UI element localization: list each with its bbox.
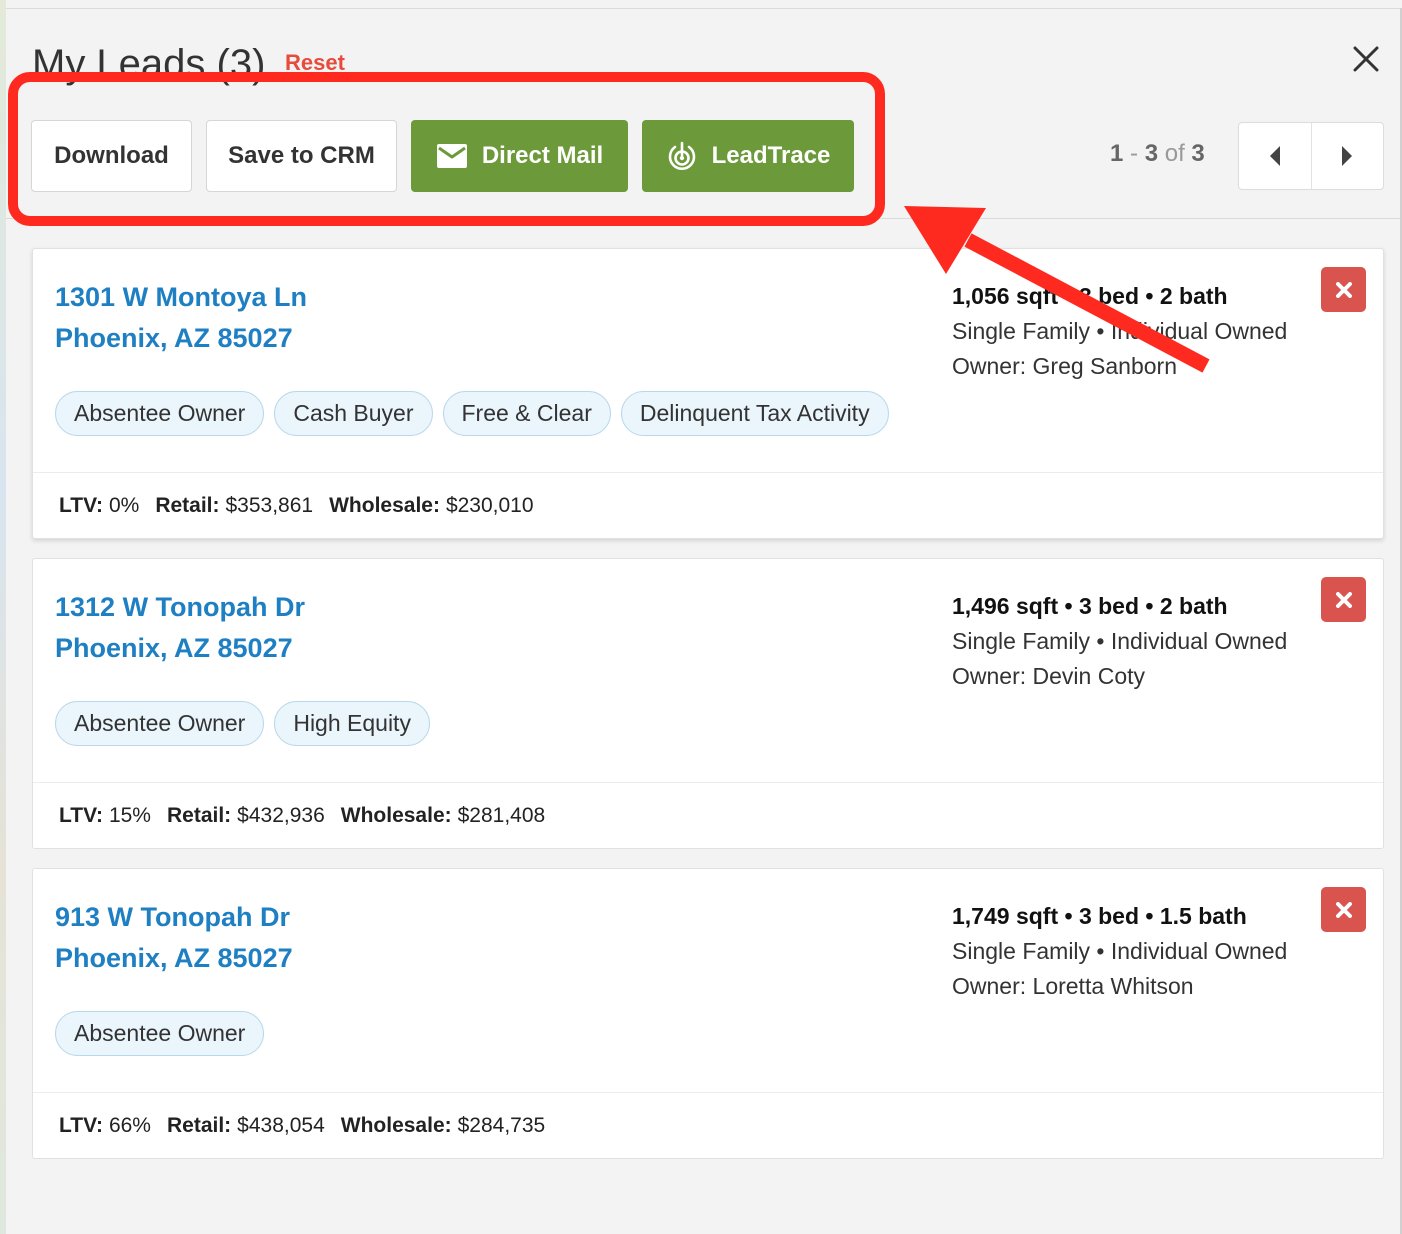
ltv-value: 66% — [108, 1113, 151, 1137]
pagination-of: of — [1158, 140, 1192, 167]
ltv-label: LTV: — [59, 493, 103, 517]
save-to-crm-button[interactable]: Save to CRM — [206, 120, 397, 192]
caret-left-icon — [1269, 146, 1280, 166]
lead-valuation: LTV: 15% Retail: $432,936 Wholesale: $281,4… — [33, 782, 1383, 848]
lead-city: Phoenix, AZ 85027 — [55, 323, 293, 353]
ltv-label: LTV: — [59, 1113, 103, 1137]
lead-owner: Owner: Greg Sanborn — [952, 353, 1178, 379]
lead-address-link[interactable]: 1312 W Tonopah Dr Phoenix, AZ 85027 — [55, 587, 305, 669]
leadtrace-label: LeadTrace — [711, 142, 831, 169]
lead-street: 913 W Tonopah Dr — [55, 902, 291, 932]
lead-tag[interactable]: Free & Clear — [442, 391, 611, 436]
download-label: Download — [54, 142, 169, 169]
lead-owner: Owner: Devin Coty — [952, 663, 1146, 689]
next-page-button[interactable] — [1310, 123, 1384, 189]
wholesale-label: Wholesale: — [340, 803, 452, 827]
lead-street: 1301 W Montoya Ln — [55, 282, 308, 312]
pagination-total: 3 — [1191, 140, 1205, 167]
remove-lead-button[interactable] — [1321, 887, 1366, 932]
remove-lead-button[interactable] — [1321, 577, 1366, 622]
retail-value: $432,936 — [237, 803, 325, 827]
lead-valuation: LTV: 66% Retail: $438,054 Wholesale: $284,7… — [33, 1092, 1383, 1158]
reset-link[interactable]: Reset — [285, 50, 345, 76]
lead-valuation: LTV: 0% Retail: $353,861 Wholesale: $230,01… — [33, 472, 1383, 538]
lead-street: 1312 W Tonopah Dr — [55, 592, 306, 622]
panel-top-border — [6, 8, 1402, 9]
ltv-label: LTV: — [59, 803, 103, 827]
lead-tag[interactable]: Absentee Owner — [55, 391, 265, 436]
target-icon — [668, 141, 695, 170]
download-button[interactable]: Download — [31, 120, 192, 192]
lead-city: Phoenix, AZ 85027 — [55, 943, 293, 973]
pagination-end: 3 — [1144, 140, 1159, 167]
remove-lead-button[interactable] — [1321, 267, 1366, 312]
pagination-summary: 1 - 3 of 3 — [1110, 140, 1205, 168]
retail-value: $353,861 — [225, 493, 314, 517]
direct-mail-button[interactable]: Direct Mail — [411, 120, 628, 192]
lead-property-type: Single Family • Individual Owned — [952, 318, 1288, 344]
lead-tag[interactable]: Cash Buyer — [274, 391, 433, 436]
lead-card: 1312 W Tonopah Dr Phoenix, AZ 85027 Abse… — [32, 558, 1384, 849]
lead-tags: Absentee Owner High Equity — [55, 701, 430, 746]
wholesale-value: $230,010 — [445, 493, 534, 517]
lead-card: 913 W Tonopah Dr Phoenix, AZ 85027 Absen… — [32, 868, 1384, 1159]
lead-specs: 1,496 sqft • 3 bed • 2 bath — [952, 593, 1228, 619]
retail-label: Retail: — [166, 1113, 232, 1137]
lead-specs: 1,056 sqft • 3 bed • 2 bath — [952, 283, 1228, 309]
close-icon — [1335, 901, 1352, 918]
wholesale-label: Wholesale: — [340, 1113, 452, 1137]
wholesale-value: $284,735 — [457, 1113, 546, 1137]
lead-address-link[interactable]: 1301 W Montoya Ln Phoenix, AZ 85027 — [55, 277, 307, 359]
retail-label: Retail: — [155, 493, 220, 517]
lead-address-link[interactable]: 913 W Tonopah Dr Phoenix, AZ 85027 — [55, 897, 293, 979]
pagination-controls — [1238, 122, 1384, 190]
wholesale-label: Wholesale: — [329, 493, 440, 517]
close-icon — [1335, 591, 1352, 608]
close-icon — [1335, 281, 1352, 298]
lead-city: Phoenix, AZ 85027 — [55, 633, 293, 663]
page-title: My Leads (3) — [32, 42, 266, 86]
ltv-value: 0% — [108, 493, 140, 517]
close-button[interactable] — [1346, 42, 1386, 76]
retail-label: Retail: — [166, 803, 232, 827]
lead-card: 1301 W Montoya Ln Phoenix, AZ 85027 Abse… — [32, 248, 1384, 539]
lead-property-type: Single Family • Individual Owned — [952, 628, 1288, 654]
lead-details: 1,749 sqft • 3 bed • 1.5 bath Single Fam… — [952, 899, 1287, 1004]
lead-tags: Absentee Owner — [55, 1011, 265, 1056]
ltv-value: 15% — [108, 803, 151, 827]
toolbar-divider — [6, 218, 1400, 219]
lead-details: 1,496 sqft • 3 bed • 2 bath Single Famil… — [952, 589, 1287, 694]
map-edge — [0, 0, 6, 1234]
lead-property-type: Single Family • Individual Owned — [952, 938, 1288, 964]
save-to-crm-label: Save to CRM — [228, 142, 375, 169]
direct-mail-label: Direct Mail — [481, 142, 604, 169]
lead-tag[interactable]: Absentee Owner — [55, 1011, 265, 1056]
lead-tag[interactable]: High Equity — [274, 701, 430, 746]
lead-owner: Owner: Loretta Whitson — [952, 973, 1194, 999]
pagination-start: 1 — [1110, 140, 1124, 167]
retail-value: $438,054 — [237, 1113, 325, 1137]
lead-tag[interactable]: Absentee Owner — [55, 701, 265, 746]
previous-page-button[interactable] — [1239, 123, 1311, 189]
lead-tags: Absentee Owner Cash Buyer Free & Clear D… — [55, 391, 889, 436]
lead-specs: 1,749 sqft • 3 bed • 1.5 bath — [952, 903, 1247, 929]
caret-right-icon — [1342, 146, 1353, 166]
lead-details: 1,056 sqft • 3 bed • 2 bath Single Famil… — [952, 279, 1287, 384]
lead-tag[interactable]: Delinquent Tax Activity — [620, 391, 889, 436]
wholesale-value: $281,408 — [457, 803, 546, 827]
envelope-icon — [436, 144, 467, 168]
pagination-separator: - — [1123, 140, 1145, 167]
close-icon — [1353, 46, 1379, 72]
leadtrace-button[interactable]: LeadTrace — [642, 120, 854, 192]
